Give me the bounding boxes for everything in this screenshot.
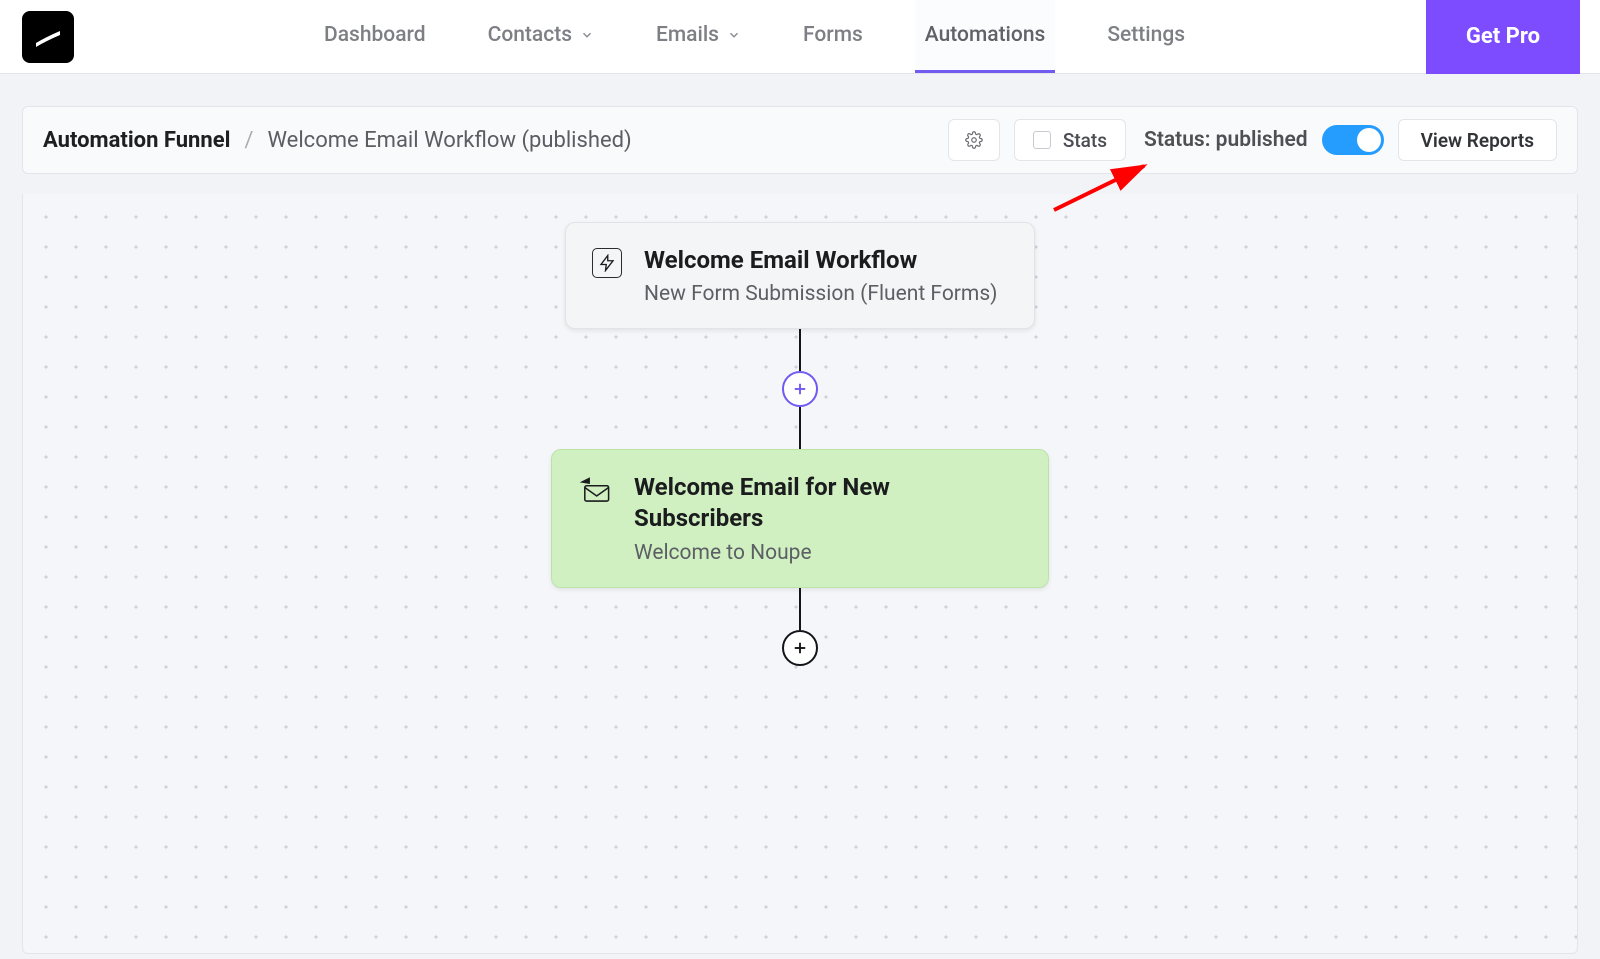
connector-line xyxy=(799,329,801,371)
nav-label: Settings xyxy=(1107,23,1185,47)
node-subtitle: Welcome to Noupe xyxy=(634,541,1022,565)
nav-dashboard[interactable]: Dashboard xyxy=(314,0,436,73)
stats-label: Stats xyxy=(1063,129,1107,152)
nav-label: Automations xyxy=(925,23,1046,47)
page-body: Automation Funnel / Welcome Email Workfl… xyxy=(0,74,1600,954)
nav-forms[interactable]: Forms xyxy=(793,0,873,73)
view-reports-button[interactable]: View Reports xyxy=(1398,119,1557,161)
workflow-flow: Welcome Email Workflow New Form Submissi… xyxy=(551,222,1049,666)
breadcrumb-separator: / xyxy=(244,128,253,153)
nav-label: Dashboard xyxy=(324,23,426,47)
chevron-down-icon xyxy=(727,28,741,42)
checkbox-icon xyxy=(1033,131,1051,149)
stats-toggle-button[interactable]: Stats xyxy=(1014,119,1126,161)
gear-icon xyxy=(965,131,983,149)
connector-line xyxy=(799,407,801,449)
send-mail-icon xyxy=(578,475,612,505)
nav-emails[interactable]: Emails xyxy=(646,0,751,73)
node-text: Welcome Email for New Subscribers Welcom… xyxy=(634,472,1022,564)
view-reports-label: View Reports xyxy=(1421,129,1534,152)
breadcrumb-root[interactable]: Automation Funnel xyxy=(43,128,230,153)
settings-button[interactable] xyxy=(948,119,1000,161)
breadcrumb-leaf: Welcome Email Workflow (published) xyxy=(267,128,631,153)
nav-label: Emails xyxy=(656,23,719,47)
node-text: Welcome Email Workflow New Form Submissi… xyxy=(644,245,997,306)
funnel-header: Automation Funnel / Welcome Email Workfl… xyxy=(22,106,1578,174)
get-pro-button[interactable]: Get Pro xyxy=(1426,0,1580,74)
plus-icon xyxy=(791,639,809,657)
node-title: Welcome Email for New Subscribers xyxy=(634,472,1022,534)
top-nav: Dashboard Contacts Emails Forms Automati… xyxy=(0,0,1600,74)
plus-icon xyxy=(791,380,809,398)
trigger-node[interactable]: Welcome Email Workflow New Form Submissi… xyxy=(565,222,1035,329)
node-title: Welcome Email Workflow xyxy=(644,245,997,276)
logo-icon xyxy=(30,19,66,55)
nav-automations[interactable]: Automations xyxy=(915,0,1056,73)
nav-settings[interactable]: Settings xyxy=(1097,0,1195,73)
cta-label: Get Pro xyxy=(1466,24,1540,49)
app-logo[interactable] xyxy=(22,11,74,63)
nav-contacts[interactable]: Contacts xyxy=(478,0,604,73)
node-subtitle: New Form Submission (Fluent Forms) xyxy=(644,282,997,306)
primary-nav: Dashboard Contacts Emails Forms Automati… xyxy=(314,0,1195,73)
add-step-end-button[interactable] xyxy=(782,630,818,666)
nav-label: Forms xyxy=(803,23,863,47)
add-step-button[interactable] xyxy=(782,371,818,407)
email-action-node[interactable]: Welcome Email for New Subscribers Welcom… xyxy=(551,449,1049,587)
nav-label: Contacts xyxy=(488,23,572,47)
publish-toggle[interactable] xyxy=(1322,125,1384,155)
connector-line xyxy=(799,588,801,630)
chevron-down-icon xyxy=(580,28,594,42)
lightning-icon xyxy=(592,248,622,278)
status-label: Status: published xyxy=(1144,128,1308,152)
workflow-canvas[interactable]: Welcome Email Workflow New Form Submissi… xyxy=(22,194,1578,954)
